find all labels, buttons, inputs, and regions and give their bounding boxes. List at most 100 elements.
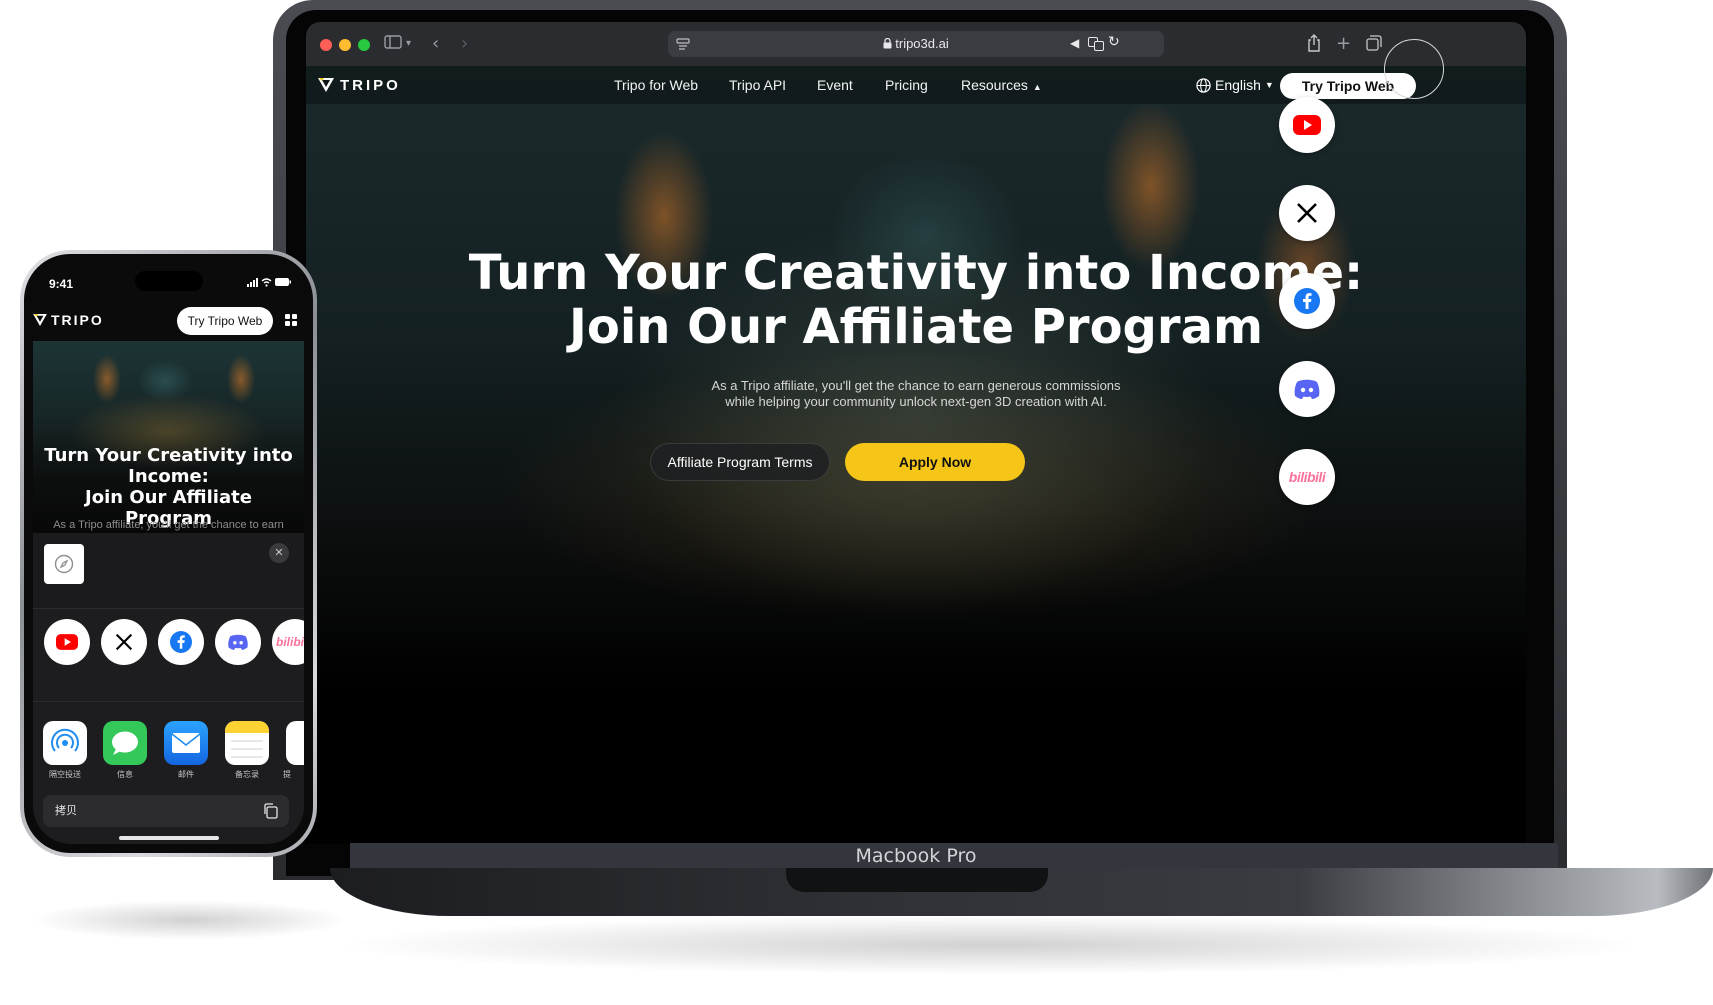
apply-now-button[interactable]: Apply Now bbox=[845, 443, 1025, 481]
nav-tripo-for-web[interactable]: Tripo for Web bbox=[614, 66, 698, 104]
nav-pricing[interactable]: Pricing bbox=[885, 66, 928, 104]
discord-icon bbox=[1294, 379, 1320, 399]
lock-icon bbox=[883, 37, 892, 49]
x-share-button[interactable] bbox=[1279, 185, 1335, 241]
airdrop-app[interactable] bbox=[43, 721, 87, 765]
hero-subtitle: As a Tripo affiliate, you'll get the cha… bbox=[576, 378, 1256, 410]
nav-resources[interactable]: Resources ▲ bbox=[961, 66, 1042, 104]
tripo-logo-icon bbox=[33, 314, 47, 326]
language-label: English bbox=[1215, 77, 1261, 93]
message-bubble-icon bbox=[112, 731, 138, 755]
discord-share-button[interactable] bbox=[1279, 361, 1335, 417]
hero-title-line-2: Join Our Affiliate Program bbox=[569, 299, 1263, 355]
chevron-down-icon[interactable]: ▾ bbox=[406, 32, 411, 56]
bilibili-share-button[interactable]: bilibili bbox=[1279, 449, 1335, 505]
bilibili-icon: bilibili bbox=[1288, 469, 1326, 485]
share-x[interactable] bbox=[101, 619, 147, 665]
x-icon bbox=[115, 633, 133, 651]
new-tab-icon[interactable]: + bbox=[1336, 32, 1351, 56]
phone-tripo-logo[interactable]: TRIPO bbox=[33, 311, 104, 329]
copy-icon bbox=[264, 803, 278, 819]
notes-icon bbox=[225, 721, 269, 758]
dynamic-island bbox=[135, 271, 203, 291]
reminders-label: 提 bbox=[283, 770, 291, 779]
status-time: 9:41 bbox=[49, 277, 74, 291]
close-window-button[interactable] bbox=[320, 39, 332, 51]
site-navbar: TRIPO Tripo for Web Tripo API Event Pric… bbox=[306, 66, 1526, 104]
laptop-model-label: Macbook Pro bbox=[855, 845, 977, 867]
close-icon[interactable]: ✕ bbox=[269, 543, 289, 563]
menu-grid-icon[interactable] bbox=[285, 314, 297, 326]
x-icon bbox=[1297, 203, 1317, 223]
share-facebook[interactable] bbox=[158, 619, 204, 665]
reminders-icon bbox=[301, 728, 304, 758]
facebook-share-button[interactable] bbox=[1279, 273, 1335, 329]
share-sheet: ✕ bilibili 隔空投送 bbox=[33, 533, 304, 844]
share-icon[interactable] bbox=[1306, 34, 1322, 57]
notes-app[interactable] bbox=[225, 721, 269, 765]
caret-down-icon: ▼ bbox=[1264, 80, 1274, 90]
language-selector[interactable]: English ▼ bbox=[1196, 66, 1274, 104]
tab-overview-icon[interactable] bbox=[1366, 35, 1382, 56]
share-discord[interactable] bbox=[215, 619, 261, 665]
caret-up-icon: ▲ bbox=[1032, 82, 1042, 92]
compass-icon bbox=[54, 554, 74, 574]
phone-shadow bbox=[30, 900, 350, 940]
signal-wifi-battery-icon bbox=[247, 278, 291, 287]
nav-event[interactable]: Event bbox=[817, 66, 853, 104]
hero-title: Turn Your Creativity into Income: Join O… bbox=[466, 246, 1366, 354]
sidebar-icon[interactable] bbox=[384, 32, 402, 56]
logo-text: TRIPO bbox=[51, 312, 104, 328]
bilibili-icon: bilibili bbox=[276, 635, 304, 649]
nav-tripo-api[interactable]: Tripo API bbox=[729, 66, 786, 104]
hero-subtitle-line-2: while helping your community unlock next… bbox=[725, 394, 1107, 409]
messages-label: 信息 bbox=[117, 770, 133, 779]
laptop-shadow bbox=[330, 915, 1650, 975]
website-viewport: TRIPO Tripo for Web Tripo API Event Pric… bbox=[306, 66, 1526, 844]
divider bbox=[33, 701, 304, 702]
messages-app[interactable] bbox=[103, 721, 147, 765]
phone-screen: 9:41 TRIPO Try Tripo Web Turn Your Creat… bbox=[33, 263, 304, 844]
fullscreen-window-button[interactable] bbox=[358, 39, 370, 51]
airdrop-icon bbox=[51, 728, 79, 752]
affiliate-terms-button[interactable]: Affiliate Program Terms bbox=[650, 443, 830, 481]
phone-hero-title: Turn Your Creativity into Income: Join O… bbox=[39, 445, 298, 529]
minimize-window-button[interactable] bbox=[339, 39, 351, 51]
reminders-app[interactable] bbox=[286, 721, 304, 765]
hero-subtitle-line-1: As a Tripo affiliate, you'll get the cha… bbox=[711, 378, 1121, 393]
reload-icon[interactable]: ↻ bbox=[1108, 34, 1120, 50]
share-bilibili[interactable]: bilibili bbox=[272, 619, 304, 665]
translate-icon[interactable] bbox=[1088, 37, 1104, 56]
copy-action[interactable]: 拷贝 bbox=[43, 795, 289, 827]
phone-try-tripo-web-button[interactable]: Try Tripo Web bbox=[177, 307, 273, 335]
copy-label: 拷贝 bbox=[55, 804, 77, 817]
phone-hero-subtitle: As a Tripo affiliate, you'll get the cha… bbox=[53, 519, 284, 531]
laptop-screen: ▾ ‹ › tripo3d.ai ◀ ↻ + TRIPO Tripo for W… bbox=[306, 22, 1526, 844]
tripo-logo[interactable]: TRIPO bbox=[318, 76, 401, 94]
phone-hero-title-line-1: Turn Your Creativity into bbox=[44, 445, 293, 466]
page-thumbnail bbox=[44, 544, 84, 584]
stage: ▾ ‹ › tripo3d.ai ◀ ↻ + TRIPO Tripo for W… bbox=[0, 0, 1713, 1005]
share-button-highlight bbox=[1384, 39, 1444, 99]
status-icons bbox=[247, 277, 291, 290]
forward-arrow-icon[interactable]: › bbox=[461, 32, 468, 56]
share-sheet-header: ✕ bbox=[33, 533, 304, 609]
airdrop-label: 隔空投送 bbox=[49, 770, 81, 779]
youtube-share-button[interactable] bbox=[1279, 97, 1335, 153]
laptop-opening-notch bbox=[786, 868, 1048, 892]
home-indicator bbox=[119, 836, 219, 840]
back-arrow-icon[interactable]: ‹ bbox=[432, 32, 439, 56]
notes-label: 备忘录 bbox=[235, 770, 259, 779]
mail-app[interactable] bbox=[164, 721, 208, 765]
share-youtube[interactable] bbox=[44, 619, 90, 665]
speaker-icon[interactable]: ◀ bbox=[1070, 36, 1079, 50]
mail-label: 邮件 bbox=[178, 770, 194, 779]
browser-toolbar: ▾ ‹ › tripo3d.ai ◀ ↻ + bbox=[306, 22, 1526, 66]
address-bar[interactable]: tripo3d.ai ◀ ↻ bbox=[668, 31, 1164, 57]
globe-icon bbox=[1196, 77, 1211, 93]
phone-hero-title-line-2: Income: bbox=[128, 466, 209, 487]
hero-title-line-1: Turn Your Creativity into Income: bbox=[468, 245, 1364, 301]
facebook-icon bbox=[1294, 288, 1320, 314]
discord-icon bbox=[228, 634, 248, 650]
facebook-icon bbox=[170, 631, 192, 653]
